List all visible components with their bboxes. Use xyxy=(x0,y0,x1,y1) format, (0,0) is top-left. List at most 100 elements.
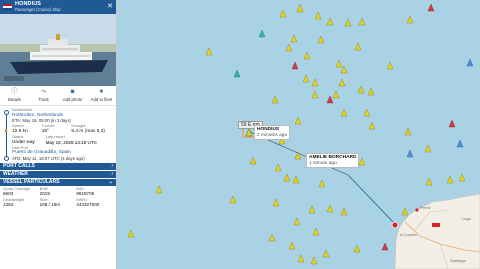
vessel-marker xyxy=(354,42,362,51)
info-icon: ⓘ xyxy=(11,89,18,95)
vessel-marker xyxy=(406,15,414,24)
star-icon: ★ xyxy=(98,89,105,95)
vessel-marker xyxy=(458,173,466,182)
vessel-marker xyxy=(314,11,322,20)
vessel-marker xyxy=(283,173,291,182)
vessel-marker-tanker xyxy=(258,29,266,38)
vessel-tooltip-time: 2 minutes ago xyxy=(257,132,288,138)
vessel-panel: HONDIUS Passenger (Cruise) Ship ✕ ⓘ Deta… xyxy=(0,0,117,269)
vessel-marker xyxy=(312,227,320,236)
vessel-marker-tanker xyxy=(233,69,241,78)
add-to-fleet-button[interactable]: ★ Add to fleet xyxy=(87,86,116,105)
flag-band xyxy=(3,8,12,10)
vessel-marker-tanker xyxy=(406,149,414,158)
vessel-marker xyxy=(367,87,375,96)
port-calls-section[interactable]: PORT CALLS › xyxy=(0,161,116,170)
vessel-marker xyxy=(368,121,376,130)
vessel-marker xyxy=(288,241,296,250)
add-photo-button[interactable]: ◙ Add photo xyxy=(58,86,87,105)
voyage-stats: Speed 10.9 kn Course 18° Draught 5.4 m (… xyxy=(12,123,113,134)
vessel-marker xyxy=(353,244,361,253)
mmsi-value: 244327000 xyxy=(76,202,100,208)
imo-value: 9818709 xyxy=(76,191,95,197)
size-value: 108 / 18m xyxy=(39,202,61,208)
vessel-marker xyxy=(340,108,348,117)
ship-position-icon: ▲ xyxy=(3,128,9,134)
weather-title: WEATHER xyxy=(3,171,28,178)
vessel-marker xyxy=(363,108,371,117)
vessel-marker xyxy=(155,185,163,194)
particulars-grid: Gross Tonnage 6603 Built 2019 IMO 981870… xyxy=(0,186,116,209)
port-calls-title: PORT CALLS xyxy=(3,163,35,170)
vessel-photo[interactable] xyxy=(0,14,116,86)
weather-section[interactable]: WEATHER › xyxy=(0,169,116,178)
vessel-marker xyxy=(424,144,432,153)
vessel-marker xyxy=(401,207,409,216)
vessel-marker-tanker xyxy=(291,61,299,70)
vessel-marker xyxy=(358,17,366,26)
route-line xyxy=(347,174,396,225)
vessel-marker xyxy=(296,3,304,13)
deadweight-value: 1354 xyxy=(3,202,14,208)
place-label: Lugo xyxy=(462,216,471,221)
vessel-marker xyxy=(229,195,237,204)
details-label: Details xyxy=(7,97,22,102)
track-button[interactable]: ⤳ Track xyxy=(29,86,58,105)
vessel-marker xyxy=(127,229,135,238)
vessel-marker-tanker xyxy=(456,139,464,148)
vessel-marker xyxy=(404,127,412,136)
vessel-marker xyxy=(311,90,319,99)
vessel-marker xyxy=(310,256,318,265)
port-marker xyxy=(415,208,419,212)
vessel-marker xyxy=(279,9,287,18)
vessel-header: HONDIUS Passenger (Cruise) Ship ✕ xyxy=(0,0,116,14)
destination-dot-icon xyxy=(4,110,9,115)
chevron-down-icon: ⌄ xyxy=(108,179,113,186)
vessel-marker xyxy=(311,78,319,87)
last-report-value: May 15, 2026 13:18 UTC xyxy=(45,140,97,146)
vessel-marker xyxy=(344,18,352,27)
vessel-photo-image xyxy=(0,14,116,86)
vessel-marker xyxy=(285,43,293,52)
details-button[interactable]: ⓘ Details xyxy=(0,86,29,105)
vessel-tooltip[interactable]: HONDIUS 2 minutes ago xyxy=(254,125,291,141)
close-icon[interactable]: ✕ xyxy=(107,2,113,10)
vessel-tooltip-name: AMELIE BORCHARD xyxy=(309,155,357,160)
vessel-marker xyxy=(302,74,310,83)
track-icon: ⤳ xyxy=(41,89,46,95)
vessel-marker-tanker xyxy=(427,3,435,12)
vessel-marker xyxy=(290,34,298,43)
vessel-marker xyxy=(271,95,279,104)
vessel-actions: ⓘ Details ⤳ Track ◙ Add photo ★ Add to f… xyxy=(0,86,116,106)
vessel-marker xyxy=(249,156,257,165)
vessel-type: Passenger (Cruise) Ship xyxy=(15,7,61,12)
particulars-section[interactable]: VESSEL PARTICULARS ⌄ xyxy=(0,177,116,186)
vessel-marker xyxy=(274,163,282,172)
atd-text: ATD: May 11, 19:07 UTC (4 days ago) xyxy=(12,155,85,161)
last-port-dot-icon xyxy=(4,156,9,161)
camera-icon: ◙ xyxy=(70,89,75,95)
vessel-marker xyxy=(294,116,302,125)
chevron-right-icon: › xyxy=(111,171,113,178)
vessel-marker xyxy=(335,59,343,68)
vessel-marker xyxy=(326,17,334,26)
vessel-marker-tanker xyxy=(448,119,456,128)
vessel-marker xyxy=(297,254,305,263)
draught-value: 5.4 m (max 5.3) xyxy=(71,129,105,134)
particulars-title: VESSEL PARTICULARS xyxy=(3,179,60,186)
vessel-marker xyxy=(326,204,334,213)
vessel-marker xyxy=(317,35,325,44)
vessel-marker xyxy=(272,198,280,207)
vessel-marker-tanker xyxy=(381,242,389,251)
vessel-tooltip-time: 1 minute ago xyxy=(309,160,337,166)
vessel-marker xyxy=(338,78,346,87)
vessel-marker xyxy=(292,175,300,184)
place-label: Santiago xyxy=(450,258,466,263)
add-to-fleet-label: Add to fleet xyxy=(90,97,113,102)
track-label: Track xyxy=(38,97,49,102)
gross-tonnage-value: 6603 xyxy=(3,191,14,197)
vessel-marker xyxy=(358,157,366,166)
vessel-marker xyxy=(332,90,340,99)
port-marker xyxy=(391,221,399,229)
vessel-tooltip[interactable]: AMELIE BORCHARD 1 minute ago xyxy=(306,153,360,169)
